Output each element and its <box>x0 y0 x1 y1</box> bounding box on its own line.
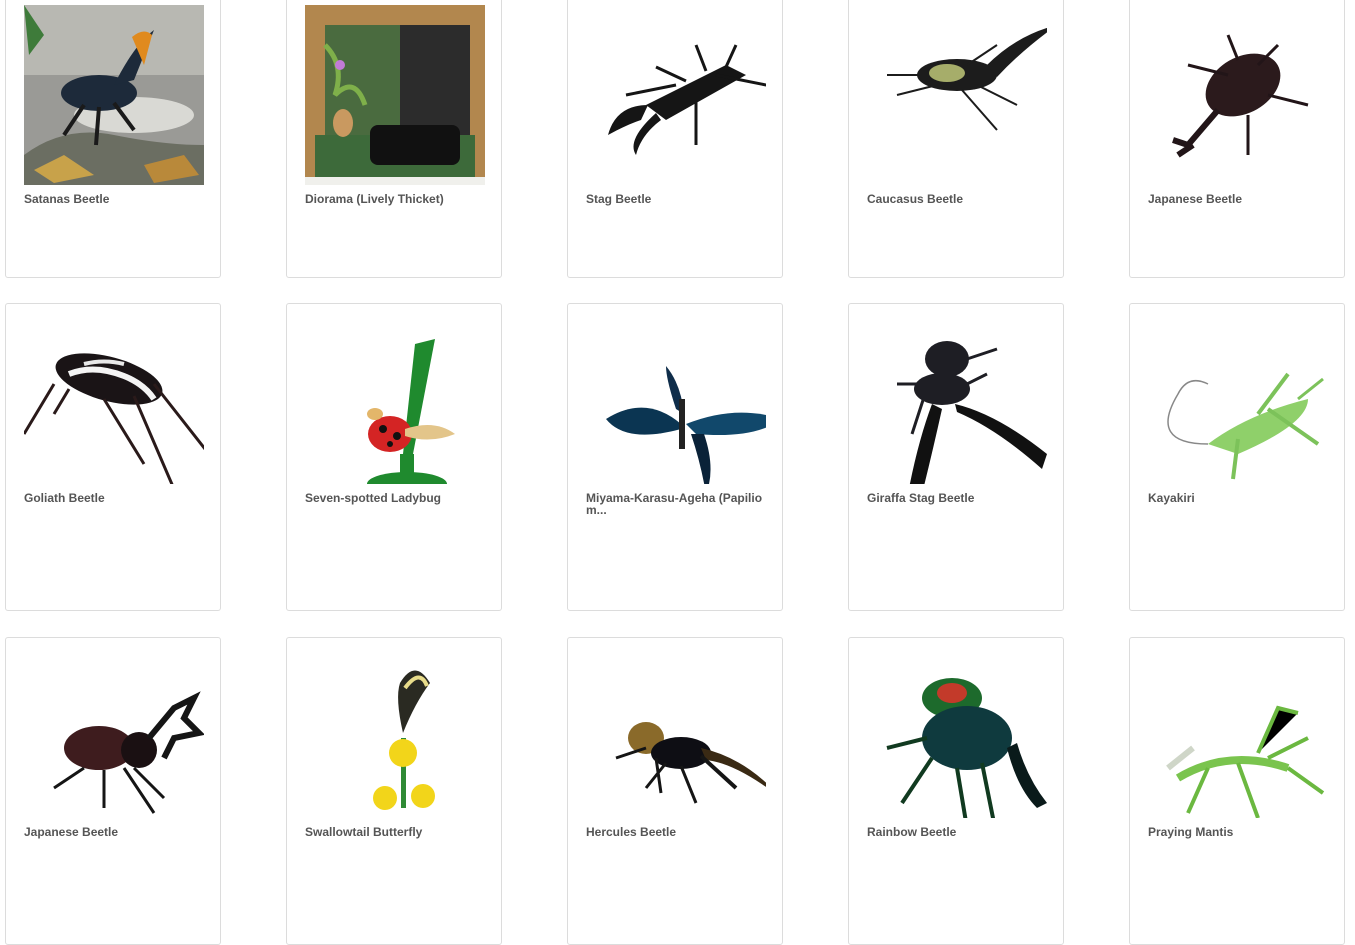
product-card[interactable]: Praying Mantis <box>1129 637 1345 945</box>
product-title[interactable]: Rainbow Beetle <box>867 826 1049 838</box>
product-title[interactable]: Praying Mantis <box>1148 826 1330 838</box>
caucasus-beetle-image[interactable] <box>867 5 1047 185</box>
stag-beetle-image[interactable] <box>586 5 766 185</box>
product-title[interactable]: Stag Beetle <box>586 193 768 205</box>
goliath-beetle-image[interactable] <box>24 304 204 484</box>
satanas-beetle-photo[interactable] <box>24 5 204 185</box>
product-title[interactable]: Diorama (Lively Thicket) <box>305 193 487 205</box>
product-card[interactable]: Miyama-Karasu-Ageha (Papilio m... <box>567 303 783 611</box>
product-card[interactable]: Swallowtail Butterfly <box>286 637 502 945</box>
product-card[interactable]: Hercules Beetle <box>567 637 783 945</box>
product-card[interactable]: Seven-spotted Ladybug <box>286 303 502 611</box>
product-card[interactable]: Goliath Beetle <box>5 303 221 611</box>
japanese-beetle-image[interactable] <box>24 638 204 818</box>
product-title[interactable]: Swallowtail Butterfly <box>305 826 487 838</box>
product-title[interactable]: Japanese Beetle <box>1148 193 1330 205</box>
product-card[interactable]: Giraffa Stag Beetle <box>848 303 1064 611</box>
product-card[interactable]: Japanese Beetle <box>5 637 221 945</box>
rainbow-beetle-image[interactable] <box>867 638 1047 818</box>
product-title[interactable]: Caucasus Beetle <box>867 193 1049 205</box>
product-title[interactable]: Kayakiri <box>1148 492 1330 504</box>
giraffa-stag-beetle-image[interactable] <box>867 304 1047 484</box>
product-title[interactable]: Miyama-Karasu-Ageha (Papilio m... <box>586 492 768 516</box>
product-card[interactable]: Kayakiri <box>1129 303 1345 611</box>
product-title[interactable]: Seven-spotted Ladybug <box>305 492 487 504</box>
ladybug-image[interactable] <box>305 304 485 484</box>
katydid-image[interactable] <box>1148 304 1328 484</box>
product-title[interactable]: Satanas Beetle <box>24 193 206 205</box>
product-card[interactable]: Caucasus Beetle <box>848 0 1064 278</box>
diorama-photo[interactable] <box>305 5 485 185</box>
product-title[interactable]: Giraffa Stag Beetle <box>867 492 1049 504</box>
mantis-image[interactable] <box>1148 638 1328 818</box>
product-card[interactable]: Rainbow Beetle <box>848 637 1064 945</box>
product-card[interactable]: Japanese Beetle <box>1129 0 1345 278</box>
product-card[interactable]: Diorama (Lively Thicket) <box>286 0 502 278</box>
japanese-beetle-image[interactable] <box>1148 5 1328 185</box>
butterfly-image[interactable] <box>586 304 766 484</box>
product-title[interactable]: Goliath Beetle <box>24 492 206 504</box>
product-card[interactable]: Satanas Beetle <box>5 0 221 278</box>
hercules-beetle-image[interactable] <box>586 638 766 818</box>
swallowtail-image[interactable] <box>305 638 485 818</box>
product-card[interactable]: Stag Beetle <box>567 0 783 278</box>
product-title[interactable]: Hercules Beetle <box>586 826 768 838</box>
product-title[interactable]: Japanese Beetle <box>24 826 206 838</box>
